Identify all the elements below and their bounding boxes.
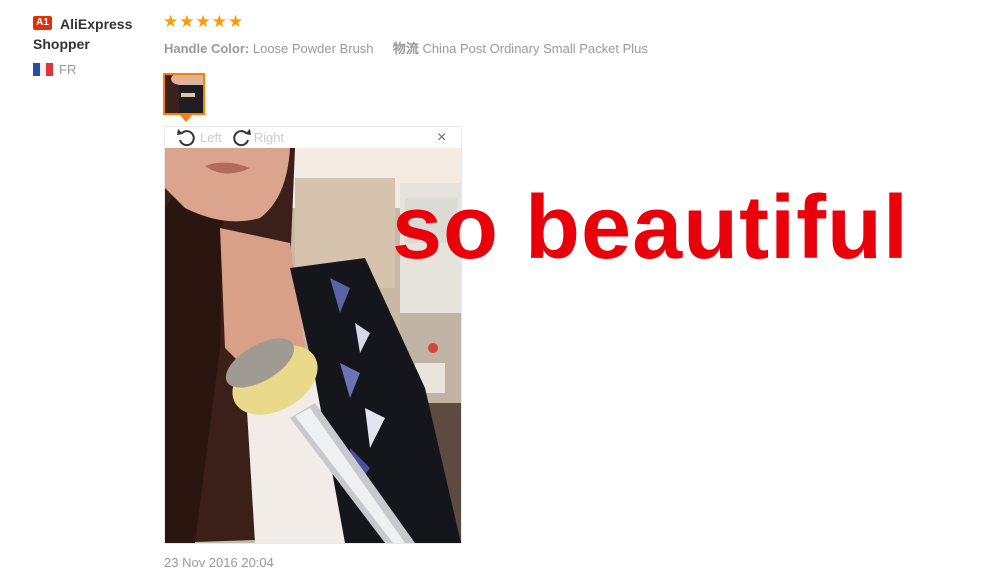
star-icon: ★ [195, 12, 211, 31]
star-icon: ★ [228, 12, 244, 31]
review-date: 23 Nov 2016 20:04 [164, 555, 274, 570]
reviewer-country: FR [59, 62, 77, 77]
attr-label-handle-color: Handle Color: [164, 41, 250, 56]
star-icon: ★ [179, 12, 195, 31]
rotate-right-button[interactable]: Right [230, 127, 284, 147]
rotate-right-label: Right [253, 129, 285, 145]
order-attributes: Handle Color: Loose Powder Brush 物流 Chin… [164, 38, 648, 57]
viewer-toolbar: Left Right [176, 127, 284, 147]
rotate-left-button[interactable]: Left [176, 127, 222, 147]
rotate-right-icon [232, 129, 251, 147]
france-flag-icon [33, 63, 54, 76]
review-photo-thumbnail[interactable] [163, 73, 205, 115]
close-icon[interactable]: × [437, 130, 446, 146]
star-icon: ★ [163, 12, 179, 31]
attr-label-logistics: 物流 [392, 41, 419, 56]
attr-value-handle-color: Loose Powder Brush [252, 41, 374, 56]
thumbnail-pointer [180, 115, 192, 122]
rotate-left-icon [177, 129, 195, 147]
thumbnail-image [165, 75, 203, 113]
reviewer-name: AliExpress Shopper [33, 16, 133, 52]
overlay-caption: so beautiful [392, 178, 910, 278]
star-icon: ★ [211, 12, 227, 31]
rotate-left-label: Left [200, 129, 222, 145]
attr-value-logistics: China Post Ordinary Small Packet Plus [422, 41, 648, 56]
rating-stars: ★ ★ ★ ★ ★ [163, 12, 243, 32]
